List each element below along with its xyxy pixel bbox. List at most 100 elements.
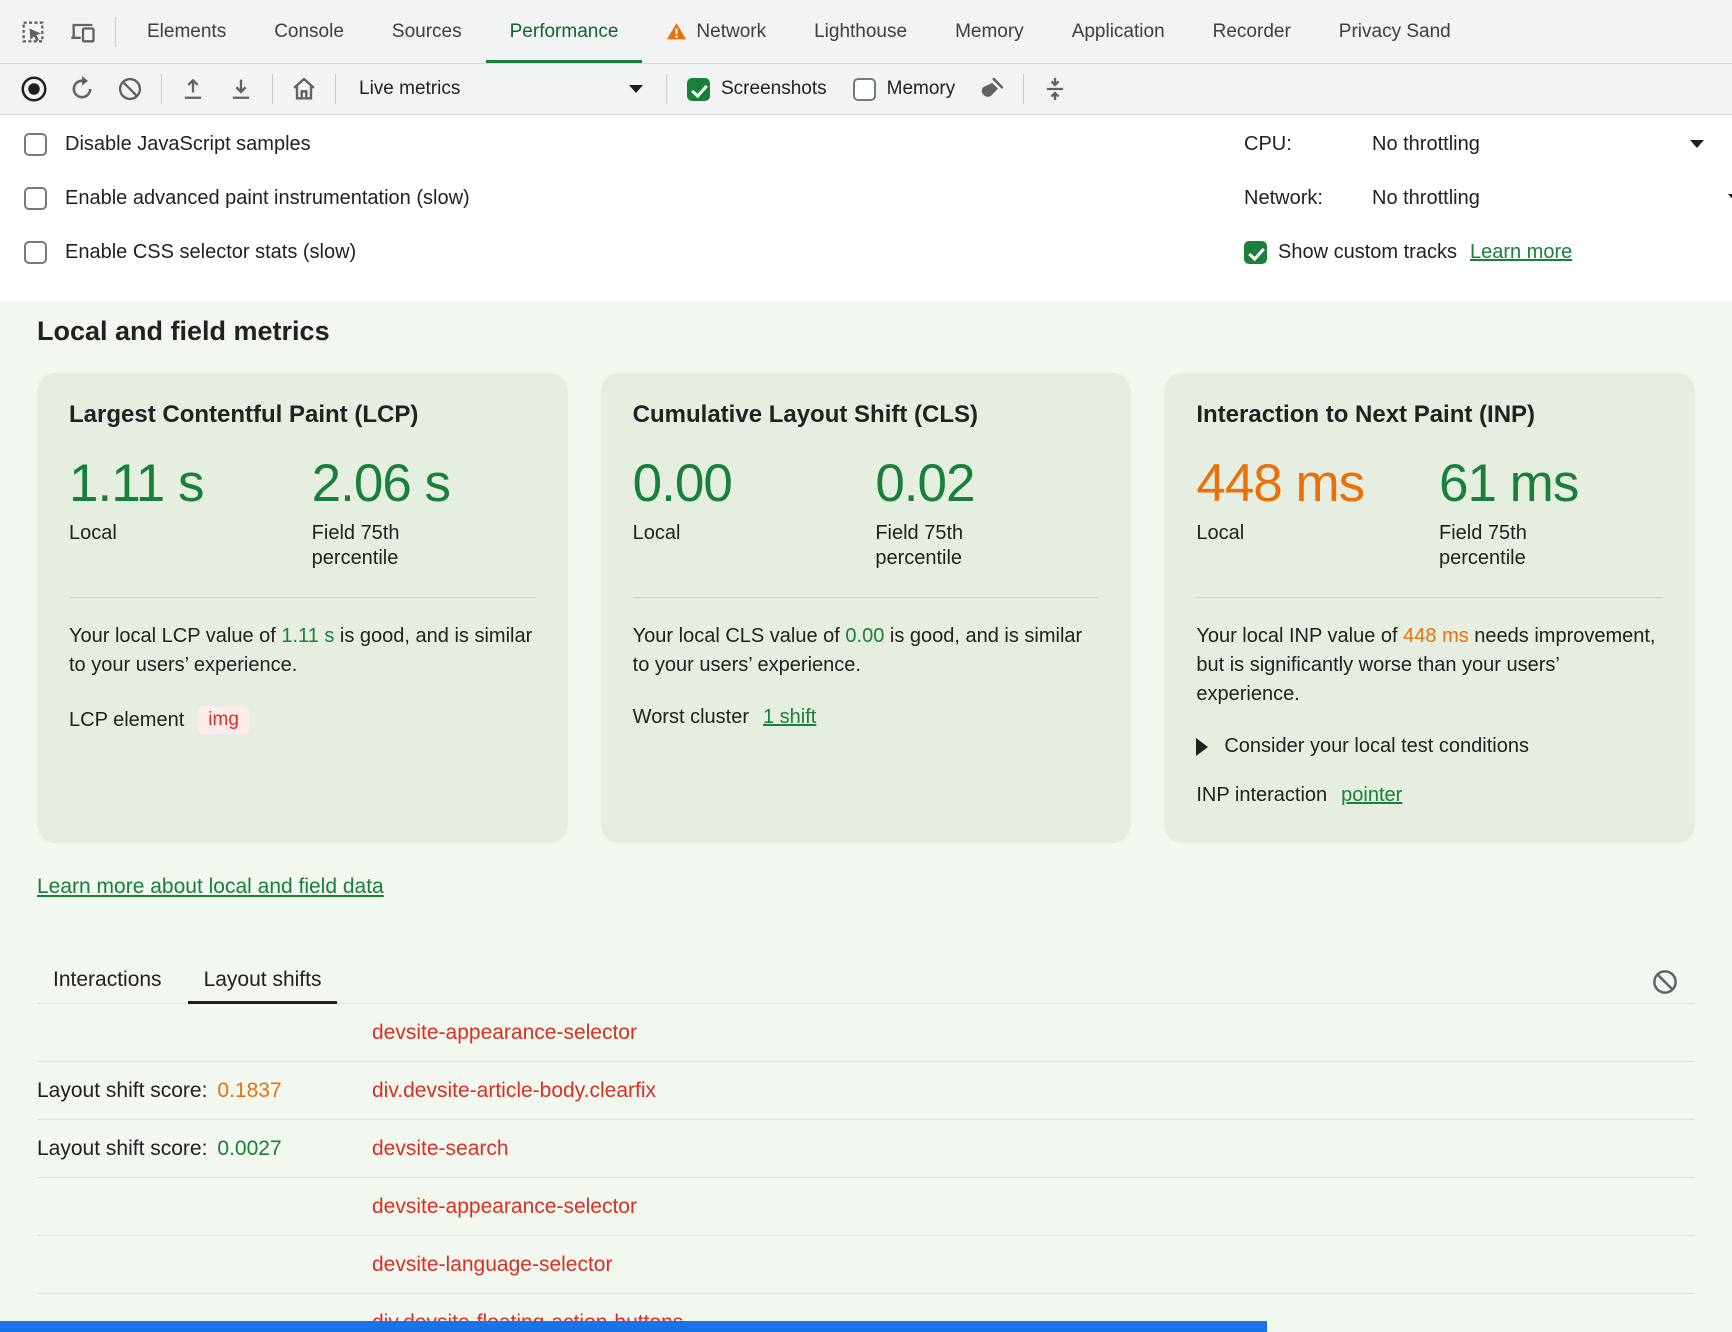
chevron-down-icon[interactable] bbox=[1728, 194, 1732, 202]
consider-test-conditions-toggle[interactable]: Consider your local test conditions bbox=[1196, 735, 1663, 758]
reload-icon bbox=[68, 75, 96, 103]
separator bbox=[161, 74, 162, 104]
arrows-to-line-icon bbox=[1041, 75, 1069, 103]
inline-metric-value: 448 ms bbox=[1403, 625, 1469, 647]
network-throttling-row: Network: No throttling bbox=[1244, 171, 1732, 225]
learn-more-field-data-link[interactable]: Learn more about local and field data bbox=[37, 875, 384, 899]
separator bbox=[272, 74, 273, 104]
lcp-description: Your local LCP value of 1.11 s is good, … bbox=[69, 622, 536, 680]
checkbox-label: Show custom tracks bbox=[1278, 241, 1457, 264]
download-icon bbox=[227, 75, 255, 103]
tab-privacy-sandbox[interactable]: Privacy Sand bbox=[1315, 0, 1475, 63]
block-icon bbox=[116, 75, 144, 103]
worst-cluster-link[interactable]: 1 shift bbox=[763, 706, 816, 729]
local-label: Local bbox=[633, 521, 773, 546]
record-icon bbox=[19, 74, 49, 104]
tab-application[interactable]: Application bbox=[1048, 0, 1189, 63]
save-profile-button[interactable] bbox=[169, 68, 217, 110]
layout-shift-row: devsite-appearance-selector bbox=[37, 1178, 1695, 1236]
shortcuts-dialog-button[interactable] bbox=[1031, 68, 1079, 110]
device-toolbar-icon bbox=[69, 18, 97, 46]
node-link[interactable]: div.devsite-article-body.clearfix bbox=[372, 1079, 656, 1103]
checkbox-unchecked-icon bbox=[853, 78, 876, 101]
node-link[interactable]: devsite-appearance-selector bbox=[372, 1021, 637, 1045]
chevron-down-icon[interactable] bbox=[1690, 140, 1704, 148]
performance-toolbar: Live metrics Screenshots Memory bbox=[0, 64, 1732, 115]
devtools-tabbar: Elements Console Sources Performance Net… bbox=[0, 0, 1732, 64]
horizontal-scrollbar-thumb[interactable] bbox=[0, 1321, 1267, 1332]
tab-layout-shifts[interactable]: Layout shifts bbox=[188, 959, 338, 1004]
tab-network[interactable]: Network bbox=[642, 0, 790, 63]
tab-label: Network bbox=[696, 21, 766, 43]
clear-logs-button[interactable] bbox=[1645, 962, 1685, 1002]
layout-shift-row: Layout shift score: 0.1837 div.devsite-a… bbox=[37, 1062, 1695, 1120]
card-title: Interaction to Next Paint (INP) bbox=[1196, 401, 1663, 429]
tab-recorder[interactable]: Recorder bbox=[1189, 0, 1315, 63]
block-icon bbox=[1650, 967, 1680, 997]
lcp-element-node-link[interactable]: img bbox=[198, 706, 249, 734]
inspect-button[interactable] bbox=[8, 0, 58, 63]
lcp-field-value: 2.06 s bbox=[312, 455, 452, 513]
score-value: 0.0027 bbox=[217, 1137, 281, 1161]
upload-icon bbox=[179, 75, 207, 103]
memory-checkbox[interactable]: Memory bbox=[840, 78, 969, 101]
tab-performance[interactable]: Performance bbox=[486, 0, 643, 63]
tab-label: Performance bbox=[510, 21, 619, 43]
live-metrics-panel: Local and field metrics Largest Contentf… bbox=[0, 301, 1732, 1332]
tab-label: Console bbox=[274, 21, 344, 43]
tab-label: Elements bbox=[147, 21, 226, 43]
node-link[interactable]: devsite-language-selector bbox=[372, 1253, 612, 1277]
load-profile-button[interactable] bbox=[217, 68, 265, 110]
learn-more-link[interactable]: Learn more bbox=[1470, 241, 1572, 264]
checkbox-label: Memory bbox=[887, 78, 956, 100]
tab-label: Privacy Sand bbox=[1339, 21, 1451, 43]
device-toolbar-button[interactable] bbox=[58, 0, 108, 63]
tab-elements[interactable]: Elements bbox=[123, 0, 250, 63]
node-link[interactable]: devsite-appearance-selector bbox=[372, 1195, 637, 1219]
warning-icon bbox=[666, 21, 687, 42]
checkbox-unchecked-icon bbox=[24, 133, 47, 156]
checkbox-unchecked-icon bbox=[24, 241, 47, 264]
inp-values: 448 ms Local 61 ms Field 75th percentile bbox=[1196, 455, 1663, 598]
logs-tabbar: Interactions Layout shifts bbox=[37, 959, 1695, 1004]
tab-label: Recorder bbox=[1213, 21, 1291, 43]
screenshots-checkbox[interactable]: Screenshots bbox=[674, 78, 840, 101]
metric-cards: Largest Contentful Paint (LCP) 1.11 s Lo… bbox=[37, 373, 1695, 843]
inp-interaction-row: INP interaction pointer bbox=[1196, 784, 1663, 807]
clear-button[interactable] bbox=[106, 68, 154, 110]
layout-shift-row: Layout shift score: 0.0027 devsite-searc… bbox=[37, 1120, 1695, 1178]
card-title: Cumulative Layout Shift (CLS) bbox=[633, 401, 1100, 429]
tab-label: Memory bbox=[955, 21, 1024, 43]
record-and-reload-button[interactable] bbox=[58, 68, 106, 110]
inp-interaction-link[interactable]: pointer bbox=[1341, 784, 1402, 807]
field-label: Field 75th percentile bbox=[875, 521, 1015, 571]
dropdown-value: Live metrics bbox=[359, 78, 460, 100]
inp-interaction-label: INP interaction bbox=[1196, 784, 1327, 807]
inp-description: Your local INP value of 448 ms needs imp… bbox=[1196, 622, 1663, 709]
home-button[interactable] bbox=[280, 68, 328, 110]
tab-lighthouse[interactable]: Lighthouse bbox=[790, 0, 931, 63]
score-value: 0.1837 bbox=[217, 1079, 281, 1103]
cpu-throttling-select[interactable]: No throttling bbox=[1372, 133, 1480, 156]
worst-cluster-label: Worst cluster bbox=[633, 706, 749, 729]
node-link[interactable]: devsite-search bbox=[372, 1137, 509, 1161]
live-metrics-dropdown[interactable]: Live metrics bbox=[343, 78, 659, 100]
lcp-element-row: LCP element img bbox=[69, 706, 536, 734]
separator bbox=[1023, 74, 1024, 104]
tab-memory[interactable]: Memory bbox=[931, 0, 1048, 63]
record-button[interactable] bbox=[10, 68, 58, 110]
layout-shift-row: devsite-appearance-selector bbox=[37, 1004, 1695, 1062]
field-label: Field 75th percentile bbox=[1439, 521, 1579, 571]
metric-card-lcp: Largest Contentful Paint (LCP) 1.11 s Lo… bbox=[37, 373, 568, 843]
separator bbox=[666, 74, 667, 104]
capture-settings: Disable JavaScript samples Enable advanc… bbox=[0, 115, 1732, 301]
collect-garbage-button[interactable] bbox=[968, 68, 1016, 110]
tab-sources[interactable]: Sources bbox=[368, 0, 486, 63]
score-label: Layout shift score: bbox=[37, 1079, 207, 1103]
network-throttling-select[interactable]: No throttling bbox=[1372, 187, 1480, 210]
broom-icon bbox=[978, 75, 1006, 103]
tab-console[interactable]: Console bbox=[250, 0, 368, 63]
tab-interactions[interactable]: Interactions bbox=[37, 959, 178, 1004]
show-custom-tracks-checkbox[interactable]: Show custom tracks bbox=[1244, 241, 1457, 264]
throttling-settings: CPU: No throttling Network: No throttlin… bbox=[1244, 117, 1732, 279]
